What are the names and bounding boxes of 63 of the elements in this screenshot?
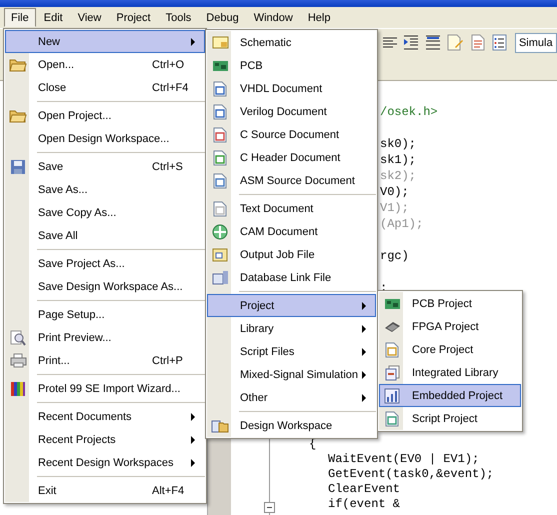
menu-item[interactable]: VHDL Document (207, 77, 376, 100)
menu-item[interactable]: PCB Project (379, 292, 521, 315)
code-line: /osek.h> (380, 104, 438, 120)
menu-item[interactable]: Open... Ctrl+O (5, 53, 205, 76)
menu-item[interactable]: Exit Alt+F4 (5, 479, 205, 502)
menu-item[interactable]: Protel 99 SE Import Wizard... (5, 377, 205, 400)
menu-bar-item[interactable]: View (70, 8, 108, 27)
menu-item[interactable]: Verilog Document (207, 100, 376, 123)
menu-item[interactable]: Recent Documents (5, 405, 205, 428)
menu-item[interactable]: C Source Document (207, 123, 376, 146)
code-line: sk0); (380, 136, 416, 152)
menu-bar-item[interactable]: Tools (158, 8, 198, 27)
menu-item[interactable]: Design Workspace (207, 414, 376, 437)
menu-item[interactable]: Integrated Library (379, 361, 521, 384)
menu-bar-item[interactable]: Project (109, 8, 158, 27)
menu-item[interactable]: Open Design Workspace... (5, 127, 205, 150)
code-line: sk2); (380, 168, 416, 184)
menu-item[interactable]: Library (207, 317, 376, 340)
code-line: if(event & (327, 497, 400, 512)
code-line: ClearEvent (327, 482, 400, 497)
code-line: GetEvent(task0,&event); (327, 467, 494, 482)
code-line: rgc) (380, 248, 409, 264)
code-line: V1); (380, 200, 409, 216)
menu-bar-item[interactable]: Window (246, 8, 300, 27)
menu-item[interactable]: Print... Ctrl+P (5, 349, 205, 372)
menu-item[interactable]: Save Design Workspace As... (5, 275, 205, 298)
menu-item[interactable]: Save All (5, 224, 205, 247)
code-line: sk1); (380, 152, 416, 168)
menu-item[interactable]: Other (207, 386, 376, 409)
menu-bar-item[interactable]: File (4, 8, 36, 27)
menu-item[interactable]: Close Ctrl+F4 (5, 76, 205, 99)
menu-item[interactable]: Script Files (207, 340, 376, 363)
menu-bar-item[interactable]: Debug (199, 8, 246, 27)
menu-item[interactable]: FPGA Project (379, 315, 521, 338)
menu-bar-item[interactable]: Help (300, 8, 338, 27)
menu-item[interactable]: Print Preview... (5, 326, 205, 349)
code-line: (Ap1); (380, 216, 424, 232)
menu-item[interactable]: Recent Design Workspaces (5, 451, 205, 474)
menu-item[interactable]: Project (207, 294, 376, 317)
menu-item[interactable]: Page Setup... (5, 303, 205, 326)
menu-item[interactable]: Recent Projects (5, 428, 205, 451)
menu-item[interactable]: Output Job File (207, 243, 376, 266)
menu-item[interactable]: C Header Document (207, 146, 376, 169)
menu-item[interactable]: PCB (207, 54, 376, 77)
menu-item[interactable]: Schematic (207, 31, 376, 54)
code-line: V0); (380, 184, 409, 200)
menu-item[interactable]: Script Project (379, 407, 521, 430)
toolbar-dropdown[interactable]: Simula (514, 32, 557, 52)
code-line: WaitEvent(EV0 | EV1); (327, 452, 480, 467)
menu-item[interactable]: CAM Document (207, 220, 376, 243)
menu-item[interactable]: Save As... (5, 178, 205, 201)
menu-item[interactable]: Embedded Project (379, 384, 521, 407)
menu-item[interactable]: New (5, 30, 205, 53)
menu-item[interactable]: Save Ctrl+S (5, 155, 205, 178)
menu-item[interactable]: Core Project (379, 338, 521, 361)
menu-item[interactable]: Database Link File (207, 266, 376, 289)
menu-item[interactable]: ASM Source Document (207, 169, 376, 192)
menu-bar-item[interactable]: Edit (36, 8, 70, 27)
menu-item[interactable]: Save Project As... (5, 252, 205, 275)
menu-item[interactable]: Text Document (207, 197, 376, 220)
menu-item[interactable]: Mixed-Signal Simulation (207, 363, 376, 386)
menu-item[interactable]: Open Project... (5, 104, 205, 127)
menu-item[interactable]: Save Copy As... (5, 201, 205, 224)
